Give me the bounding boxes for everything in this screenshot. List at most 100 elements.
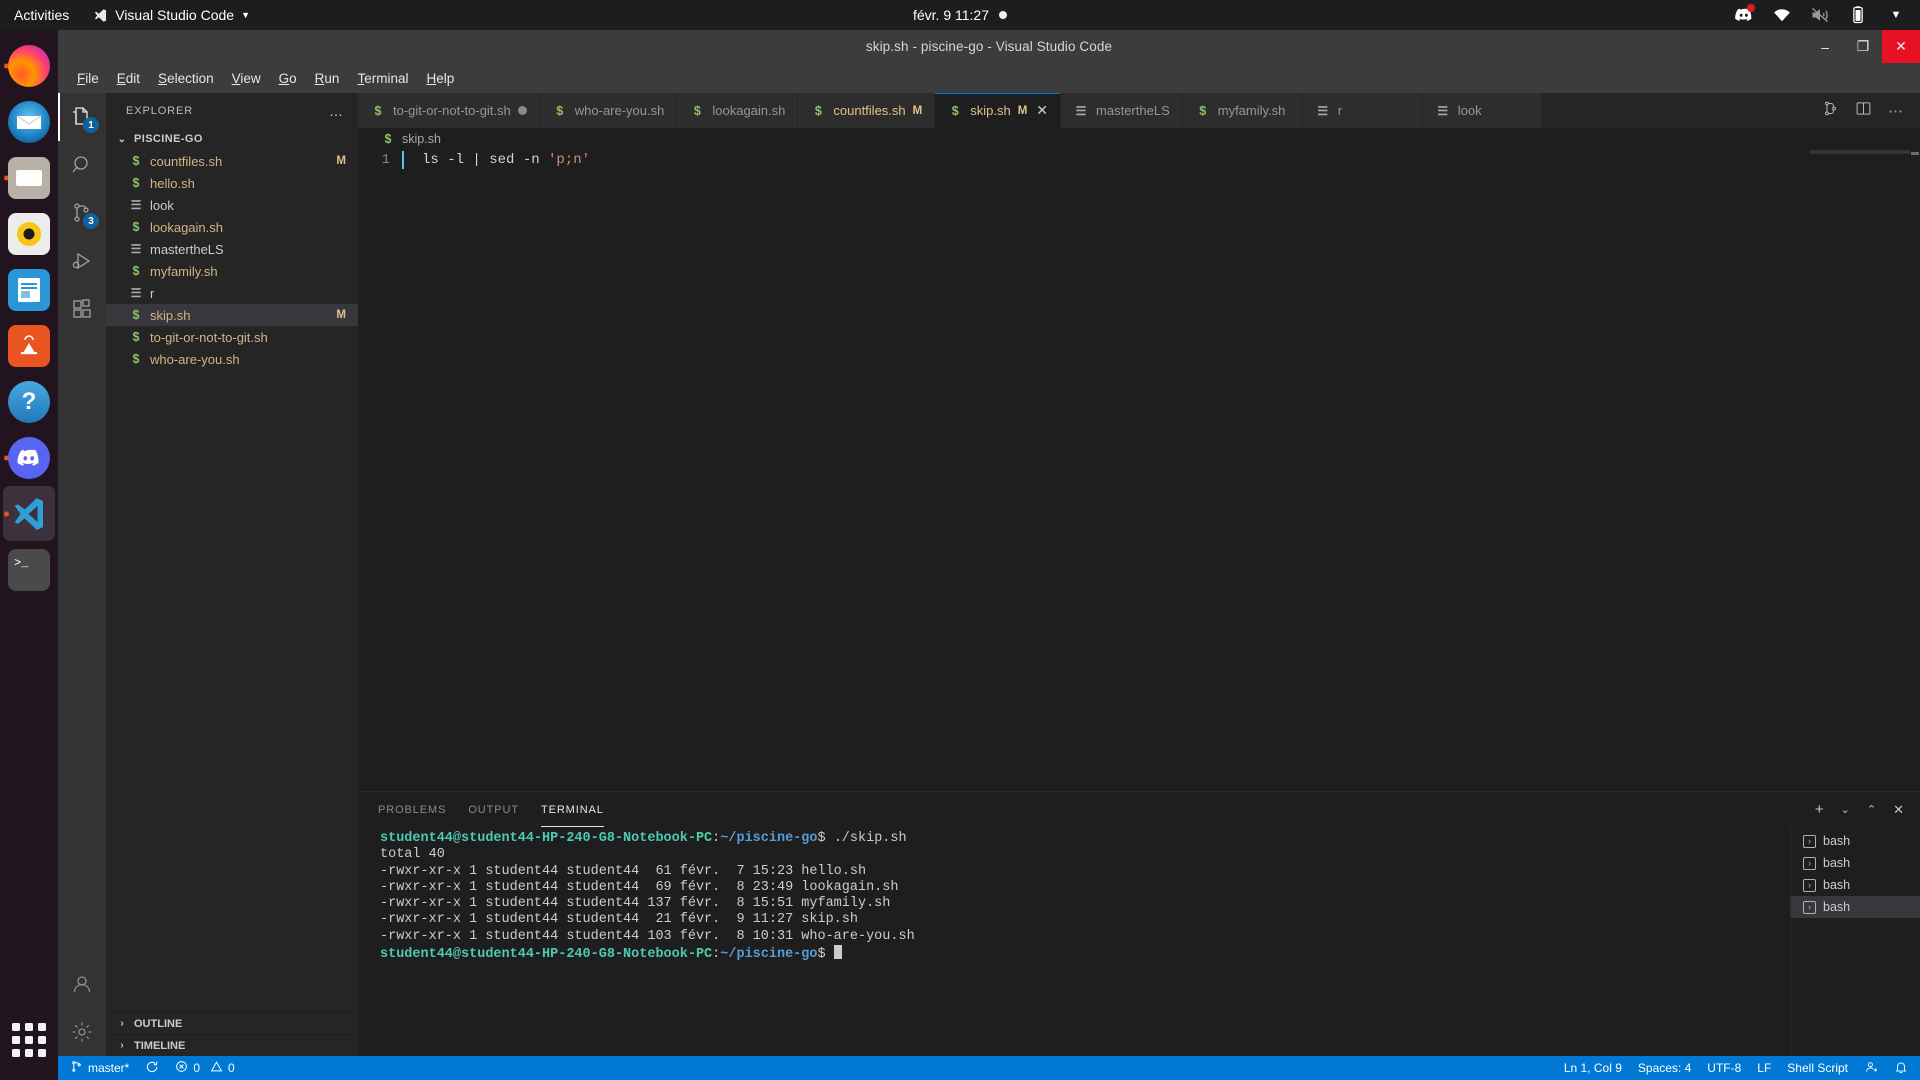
- panel-tab-problems[interactable]: PROBLEMS: [378, 792, 446, 827]
- app-grid-icon: [12, 1023, 46, 1057]
- tab-who-are-you[interactable]: $ who-are-you.sh: [539, 93, 678, 128]
- open-changes-icon[interactable]: [1822, 100, 1839, 122]
- activities-button[interactable]: Activities: [0, 7, 83, 23]
- activity-run-and-debug[interactable]: [58, 237, 106, 285]
- app-menu-button[interactable]: Visual Studio Code ▼: [93, 7, 250, 23]
- maximize-panel-icon[interactable]: ⌃: [1867, 803, 1876, 816]
- tab-countfiles[interactable]: $ countfiles.sh M: [798, 93, 936, 128]
- tab-mastertheLS[interactable]: ☰ mastertheLS: [1061, 93, 1183, 128]
- overview-ruler[interactable]: [1906, 150, 1920, 791]
- dock-item-files[interactable]: [3, 150, 55, 205]
- dock-item-discord[interactable]: [3, 430, 55, 485]
- status-feedback[interactable]: [1856, 1056, 1886, 1080]
- breadcrumb[interactable]: $ skip.sh: [358, 128, 1920, 150]
- status-language-mode[interactable]: Shell Script: [1779, 1056, 1856, 1080]
- chevron-down-icon: ⌄: [117, 133, 127, 145]
- activity-accounts[interactable]: [58, 960, 106, 1008]
- file-item-mastertheLS[interactable]: ☰ mastertheLS: [106, 238, 358, 260]
- minimize-button[interactable]: –: [1806, 30, 1844, 63]
- status-branch[interactable]: master*: [62, 1056, 137, 1080]
- terminal-instance[interactable]: › bash: [1791, 852, 1920, 874]
- battery-icon[interactable]: [1848, 5, 1868, 25]
- menu-help[interactable]: Help: [417, 67, 463, 90]
- status-problems[interactable]: 0 0: [167, 1056, 242, 1080]
- clock[interactable]: févr. 9 11:27: [913, 7, 1008, 23]
- dock-item-terminal[interactable]: >_: [3, 542, 55, 597]
- chevron-down-icon[interactable]: ▼: [1886, 5, 1906, 25]
- activity-search[interactable]: [58, 141, 106, 189]
- discord-icon[interactable]: [1734, 4, 1755, 25]
- activity-extensions[interactable]: [58, 285, 106, 333]
- menu-view[interactable]: View: [223, 67, 270, 90]
- file-item-lookagain[interactable]: $ lookagain.sh: [106, 216, 358, 238]
- tab-myfamily[interactable]: $ myfamily.sh: [1182, 93, 1303, 128]
- dock-item-rhythmbox[interactable]: [3, 206, 55, 261]
- shell-file-icon: $: [693, 103, 701, 118]
- menu-go[interactable]: Go: [270, 67, 306, 90]
- unsaved-dot-icon[interactable]: [517, 106, 527, 115]
- file-item-myfamily[interactable]: $ myfamily.sh: [106, 260, 358, 282]
- file-label: mastertheLS: [150, 241, 224, 257]
- panel-body: student44@student44-HP-240-G8-Notebook-P…: [358, 827, 1920, 1056]
- menu-edit[interactable]: Edit: [108, 67, 149, 90]
- activity-explorer[interactable]: 1: [58, 93, 106, 141]
- sidebar-header: EXPLORER …: [106, 93, 358, 128]
- tab-look[interactable]: ☰ look: [1422, 93, 1543, 128]
- dock-item-libreoffice-writer[interactable]: [3, 262, 55, 317]
- menu-terminal[interactable]: Terminal: [348, 67, 417, 90]
- status-notifications[interactable]: [1886, 1056, 1916, 1080]
- file-item-r[interactable]: ☰ r: [106, 282, 358, 304]
- status-cursor-position[interactable]: Ln 1, Col 9: [1556, 1056, 1630, 1080]
- status-eol[interactable]: LF: [1749, 1056, 1779, 1080]
- file-item-hello[interactable]: $ hello.sh: [106, 172, 358, 194]
- terminal-instance[interactable]: › bash: [1791, 830, 1920, 852]
- code-editor[interactable]: 1 ls -l | sed -n 'p;n': [358, 150, 1920, 791]
- status-sync[interactable]: [137, 1056, 167, 1080]
- dock-item-ubuntu-software[interactable]: [3, 318, 55, 373]
- wifi-icon[interactable]: [1772, 5, 1792, 25]
- file-item-to-git-or-not-to-git[interactable]: $ to-git-or-not-to-git.sh: [106, 326, 358, 348]
- dock-item-thunderbird[interactable]: [3, 94, 55, 149]
- dock-item-firefox[interactable]: [3, 38, 55, 93]
- close-panel-icon[interactable]: ✕: [1893, 802, 1904, 818]
- file-item-look[interactable]: ☰ look: [106, 194, 358, 216]
- more-actions-icon[interactable]: ⋯: [1888, 102, 1904, 120]
- show-applications-button[interactable]: [3, 1010, 55, 1070]
- menu-file[interactable]: File: [68, 67, 108, 90]
- panel-tab-terminal[interactable]: TERMINAL: [541, 792, 604, 827]
- close-button[interactable]: ✕: [1882, 30, 1920, 63]
- status-indentation[interactable]: Spaces: 4: [1630, 1056, 1699, 1080]
- menu-run[interactable]: Run: [306, 67, 349, 90]
- split-editor-icon[interactable]: [1855, 100, 1872, 122]
- file-item-who-are-you[interactable]: $ who-are-you.sh: [106, 348, 358, 370]
- tab-lookagain[interactable]: $ lookagain.sh: [677, 93, 799, 128]
- status-encoding[interactable]: UTF-8: [1699, 1056, 1749, 1080]
- menu-selection[interactable]: Selection: [149, 67, 223, 90]
- folder-root-piscine-go[interactable]: ⌄ PISCINE-GO: [106, 128, 358, 150]
- terminal-instance[interactable]: › bash: [1791, 896, 1920, 918]
- tab-skip[interactable]: $ skip.sh M ✕: [935, 93, 1062, 128]
- terminal-command: ./skip.sh: [825, 831, 907, 846]
- file-item-countfiles[interactable]: $ countfiles.sh M: [106, 150, 358, 172]
- minimap-slider[interactable]: [1810, 150, 1910, 154]
- more-actions-icon[interactable]: …: [329, 103, 344, 119]
- terminal-output[interactable]: student44@student44-HP-240-G8-Notebook-P…: [358, 827, 1790, 1056]
- overview-mark: [1911, 152, 1919, 155]
- dock-item-help[interactable]: ?: [3, 374, 55, 429]
- volume-muted-icon[interactable]: [1810, 5, 1830, 25]
- tab-to-git-or-not-to-git[interactable]: $ to-git-or-not-to-git.sh: [358, 93, 540, 128]
- new-terminal-icon[interactable]: +: [1815, 801, 1824, 818]
- maximize-button[interactable]: ❐: [1844, 30, 1882, 63]
- activity-settings[interactable]: [58, 1008, 106, 1056]
- timeline-section[interactable]: › TIMELINE: [106, 1034, 358, 1056]
- activity-source-control[interactable]: 3: [58, 189, 106, 237]
- system-tray[interactable]: ▼: [1734, 4, 1906, 25]
- panel-tab-output[interactable]: OUTPUT: [468, 792, 519, 827]
- file-item-skip[interactable]: $ skip.sh M: [106, 304, 358, 326]
- outline-section[interactable]: › OUTLINE: [106, 1012, 358, 1034]
- dock-item-visual-studio-code[interactable]: [3, 486, 55, 541]
- terminal-instance[interactable]: › bash: [1791, 874, 1920, 896]
- tab-r[interactable]: ☰ r: [1302, 93, 1423, 128]
- close-icon[interactable]: ✕: [1036, 102, 1048, 119]
- chevron-down-icon[interactable]: ⌄: [1841, 803, 1850, 816]
